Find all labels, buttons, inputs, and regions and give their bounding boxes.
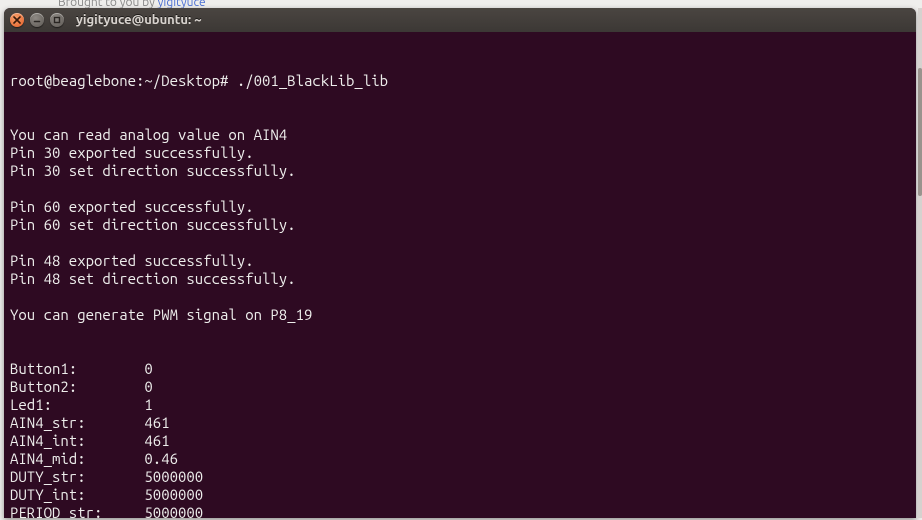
window-controls: [10, 13, 64, 27]
output-kv-line: Button1: 0: [10, 360, 910, 378]
page-header-strip: Brought to you by yigityuce: [0, 0, 922, 8]
output-kv-line: AIN4_mid: 0.46: [10, 450, 910, 468]
output-line: Pin 48 set direction successfully.: [10, 270, 910, 288]
output-kv-line: DUTY_str: 5000000: [10, 468, 910, 486]
shell-prompt: root@beaglebone:~/Desktop#: [10, 72, 237, 89]
output-line: You can generate PWM signal on P8_19: [10, 306, 910, 324]
output-kv-line: DUTY_int: 5000000: [10, 486, 910, 504]
output-line: [10, 234, 910, 252]
close-glyph: [13, 16, 21, 24]
output-line: Pin 60 exported successfully.: [10, 198, 910, 216]
output-line: Pin 30 exported successfully.: [10, 144, 910, 162]
output-kv-line: AIN4_int: 461: [10, 432, 910, 450]
output-line: [10, 288, 910, 306]
prompt-line: root@beaglebone:~/Desktop# ./001_BlackLi…: [10, 72, 910, 90]
maximize-icon[interactable]: [50, 13, 64, 27]
minimize-icon[interactable]: [30, 13, 44, 27]
output-line: You can read analog value on AIN4: [10, 126, 910, 144]
terminal-window: yigityuce@ubuntu: ~ root@beaglebone:~/De…: [4, 8, 916, 518]
command-text: ./001_BlackLib_lib: [237, 72, 388, 89]
output-line: Pin 60 set direction successfully.: [10, 216, 910, 234]
minimize-glyph: [33, 16, 41, 24]
window-title: yigityuce@ubuntu: ~: [76, 13, 202, 27]
terminal-body[interactable]: root@beaglebone:~/Desktop# ./001_BlackLi…: [4, 32, 916, 518]
page-scrollbar-thumb[interactable]: [918, 68, 922, 196]
close-icon[interactable]: [10, 13, 24, 27]
output-kv-line: AIN4_str: 461: [10, 414, 910, 432]
maximize-glyph: [53, 16, 61, 24]
output-line: Pin 30 set direction successfully.: [10, 162, 910, 180]
output-kv-line: Button2: 0: [10, 378, 910, 396]
output-line: [10, 180, 910, 198]
output-kv-line: Led1: 1: [10, 396, 910, 414]
output-kv-line: PERIOD_str: 5000000: [10, 504, 910, 518]
output-line: Pin 48 exported successfully.: [10, 252, 910, 270]
window-titlebar[interactable]: yigityuce@ubuntu: ~: [4, 8, 916, 32]
